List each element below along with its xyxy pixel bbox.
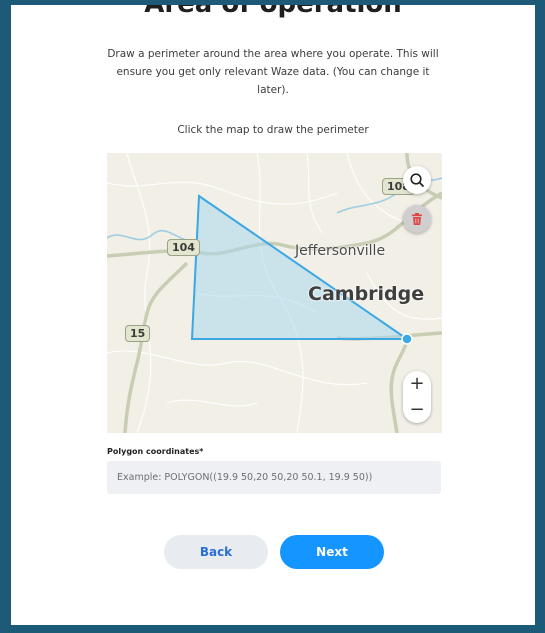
zoom-in-button[interactable]: + (403, 371, 431, 397)
trash-icon (412, 213, 422, 225)
zoom-controls: + − (403, 371, 431, 423)
route-shield-15: 15 (125, 325, 151, 342)
minus-icon: − (409, 399, 425, 420)
map-label-town: Jeffersonville (295, 243, 386, 259)
next-button[interactable]: Next (280, 535, 384, 569)
onboarding-panel: Area of operation Draw a perimeter aroun… (11, 5, 535, 625)
map-search-button[interactable] (403, 166, 431, 194)
delete-polygon-button[interactable] (403, 205, 431, 233)
page-title: Area of operation (11, 5, 535, 19)
route-shield-104: 104 (167, 239, 200, 256)
page-description: Draw a perimeter around the area where y… (107, 48, 439, 96)
coordinates-input[interactable] (107, 461, 441, 494)
zoom-out-button[interactable]: − (403, 397, 431, 423)
plus-icon: + (409, 373, 425, 394)
map-label-city: Cambridge (308, 283, 425, 305)
perimeter-map[interactable]: 104 15 108 Jeffersonville Cambridge + − (107, 153, 442, 433)
search-icon (410, 173, 424, 187)
map-instruction: Click the map to draw the perimeter (177, 124, 369, 136)
back-button[interactable]: Back (164, 535, 268, 569)
coordinates-label: Polygon coordinates* (107, 447, 204, 456)
